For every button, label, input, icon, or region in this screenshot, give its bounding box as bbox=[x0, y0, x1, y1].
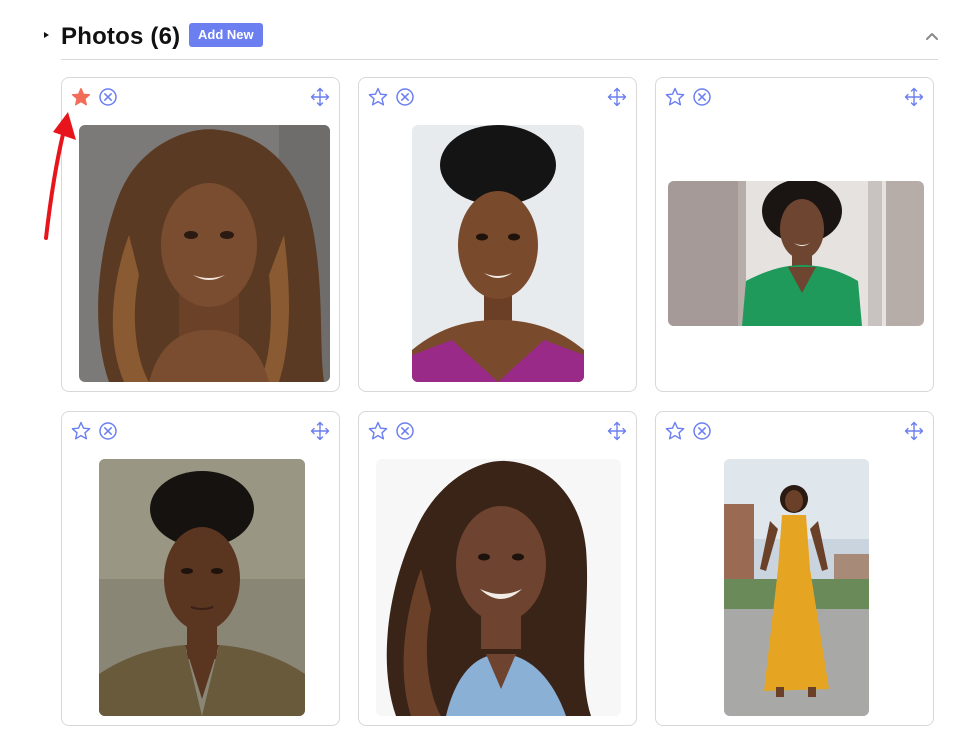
photos-section-header: Photos (6) Add New bbox=[44, 22, 940, 62]
move-icon[interactable] bbox=[904, 87, 924, 107]
move-icon[interactable] bbox=[310, 421, 330, 441]
section-title: Photos (6) bbox=[61, 23, 181, 50]
photo-image[interactable] bbox=[724, 459, 869, 716]
star-icon[interactable] bbox=[71, 87, 91, 107]
photo-card bbox=[358, 411, 637, 726]
remove-icon[interactable] bbox=[98, 421, 118, 441]
remove-icon[interactable] bbox=[98, 87, 118, 107]
star-icon[interactable] bbox=[71, 421, 91, 441]
photo-image[interactable] bbox=[412, 125, 584, 382]
remove-icon[interactable] bbox=[692, 87, 712, 107]
remove-icon[interactable] bbox=[395, 421, 415, 441]
photo-image[interactable] bbox=[668, 181, 924, 326]
section-divider bbox=[61, 59, 938, 60]
star-icon[interactable] bbox=[368, 87, 388, 107]
photo-card bbox=[61, 411, 340, 726]
add-new-button[interactable]: Add New bbox=[189, 23, 263, 47]
move-icon[interactable] bbox=[607, 421, 627, 441]
photo-card bbox=[61, 77, 340, 392]
photo-image[interactable] bbox=[79, 125, 330, 382]
star-icon[interactable] bbox=[665, 421, 685, 441]
photo-card bbox=[358, 77, 637, 392]
move-icon[interactable] bbox=[310, 87, 330, 107]
move-icon[interactable] bbox=[607, 87, 627, 107]
photo-card bbox=[655, 411, 934, 726]
photo-card bbox=[655, 77, 934, 392]
remove-icon[interactable] bbox=[692, 421, 712, 441]
star-icon[interactable] bbox=[665, 87, 685, 107]
photo-image[interactable] bbox=[99, 459, 305, 716]
remove-icon[interactable] bbox=[395, 87, 415, 107]
photo-grid bbox=[61, 77, 935, 727]
chevron-up-icon[interactable] bbox=[924, 28, 940, 44]
bullet-icon bbox=[44, 32, 49, 38]
move-icon[interactable] bbox=[904, 421, 924, 441]
photo-image[interactable] bbox=[376, 459, 621, 716]
star-icon[interactable] bbox=[368, 421, 388, 441]
